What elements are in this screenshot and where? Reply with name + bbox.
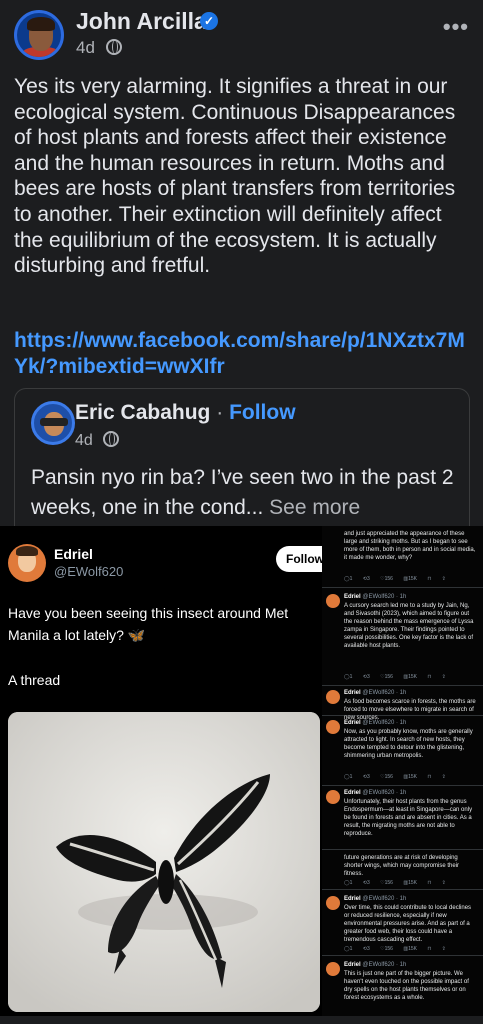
reply-actions: ◯1 ⟲3 ♡156 ▥15K ⊓ ⇪ bbox=[344, 774, 446, 780]
thread-reply: Edriel @EWolf620 · 1h Now, as you probab… bbox=[322, 716, 483, 786]
globe-icon bbox=[103, 431, 120, 447]
shared-author-name[interactable]: Eric Cabahug bbox=[75, 401, 210, 424]
globe-icon bbox=[105, 39, 122, 55]
follow-button[interactable]: Follow bbox=[229, 401, 296, 424]
thread-reply: future generations are at risk of develo… bbox=[322, 850, 483, 890]
reply-text: A cursory search led me to a study by Ja… bbox=[344, 603, 474, 649]
shared-post-meta: 4d bbox=[75, 431, 120, 450]
reply-avatar bbox=[326, 962, 340, 976]
post-header: John Arcilla ✓ 4d ••• bbox=[0, 0, 483, 64]
verified-badge-icon: ✓ bbox=[200, 12, 218, 30]
reply-header: Edriel @EWolf620 · 1h bbox=[344, 896, 407, 902]
reply-text: future generations are at risk of develo… bbox=[344, 855, 460, 877]
reply-header: Edriel @EWolf620 · 1h bbox=[344, 690, 407, 696]
tweet-text: Have you been seeing this insect around … bbox=[8, 602, 328, 646]
thread-reply: Edriel @EWolf620 · 1h A cursory search l… bbox=[322, 588, 483, 686]
shared-post-card[interactable]: Eric Cabahug · Follow 4d Pansin nyo rin … bbox=[14, 388, 470, 526]
reply-actions: ◯1 ⟲3 ♡156 ▥15K ⊓ ⇪ bbox=[344, 946, 446, 952]
tweet-thread-label: A thread bbox=[8, 672, 61, 688]
reply-avatar bbox=[326, 720, 340, 734]
reply-text: This is just one part of the bigger pict… bbox=[344, 971, 469, 1001]
reply-header: Edriel @EWolf620 · 1h bbox=[344, 720, 407, 726]
reply-header: Edriel @EWolf620 · 1h bbox=[344, 790, 407, 796]
thread-replies-panel: and just appreciated the appearance of t… bbox=[322, 526, 483, 1016]
reply-actions: ◯1 ⟲3 ♡156 ▥15K ⊓ ⇪ bbox=[344, 674, 446, 680]
reply-text: Over time, this could contribute to loca… bbox=[344, 905, 472, 943]
shared-author-avatar[interactable] bbox=[31, 401, 75, 445]
tweet-text-line: Manila a lot lately? 🦋 bbox=[8, 627, 146, 643]
moth-photo bbox=[8, 712, 320, 1012]
thread-reply: Edriel @EWolf620 · 1h As food becomes sc… bbox=[322, 686, 483, 721]
moth-illustration bbox=[8, 712, 320, 1012]
butterfly-icon: 🦋 bbox=[127, 627, 146, 643]
reply-text: and just appreciated the appearance of t… bbox=[344, 531, 476, 561]
reply-avatar bbox=[326, 790, 340, 804]
shared-post-body: Pansin nyo rin ba? I’ve seen two in the … bbox=[31, 466, 454, 519]
post-body-text: Yes its very alarming. It signifies a th… bbox=[14, 75, 456, 278]
reply-header: Edriel @EWolf620 · 1h bbox=[344, 594, 407, 600]
see-more-link[interactable]: See more bbox=[269, 496, 360, 519]
thread-reply: Edriel @EWolf620 · 1h This is just one p… bbox=[322, 956, 483, 1016]
post-link[interactable]: https://www.facebook.com/share/p/1NXztx7… bbox=[14, 328, 472, 379]
thread-reply: and just appreciated the appearance of t… bbox=[322, 526, 483, 588]
reply-text: Unfortunately, their host plants from th… bbox=[344, 799, 473, 837]
reply-avatar bbox=[326, 594, 340, 608]
separator-dot: · bbox=[216, 401, 224, 424]
reply-avatar bbox=[326, 896, 340, 910]
tweet-screenshot: Edriel @EWolf620 Follow Have you been se… bbox=[0, 526, 336, 1016]
post-time[interactable]: 4d bbox=[76, 38, 95, 57]
author-avatar[interactable] bbox=[14, 10, 64, 60]
tweet-avatar bbox=[8, 544, 46, 582]
shared-post-text: Pansin nyo rin ba? I’ve seen two in the … bbox=[31, 463, 461, 523]
reply-avatar bbox=[326, 690, 340, 704]
shared-post-time[interactable]: 4d bbox=[75, 432, 93, 449]
reply-text: Now, as you probably know, moths are gen… bbox=[344, 729, 473, 759]
shared-image[interactable]: Edriel @EWolf620 Follow Have you been se… bbox=[0, 526, 483, 1016]
author-name[interactable]: John Arcilla bbox=[76, 8, 207, 35]
thread-reply: Edriel @EWolf620 · 1h Over time, this co… bbox=[322, 890, 483, 956]
reply-header: Edriel @EWolf620 · 1h bbox=[344, 962, 407, 968]
reply-actions: ◯1 ⟲3 ♡156 ▥15K ⊓ ⇪ bbox=[344, 880, 446, 886]
thread-reply: Edriel @EWolf620 · 1h Unfortunately, the… bbox=[322, 786, 483, 850]
tweet-text-line: Have you been seeing this insect around … bbox=[8, 605, 289, 621]
post-meta: 4d bbox=[76, 38, 122, 58]
reply-actions: ◯1 ⟲3 ♡156 ▥15K ⊓ ⇪ bbox=[344, 576, 446, 582]
more-options-icon[interactable]: ••• bbox=[443, 14, 469, 40]
shared-author-line: Eric Cabahug · Follow bbox=[75, 401, 296, 425]
tweet-author-handle: @EWolf620 bbox=[54, 564, 124, 579]
tweet-author-name: Edriel bbox=[54, 546, 93, 562]
